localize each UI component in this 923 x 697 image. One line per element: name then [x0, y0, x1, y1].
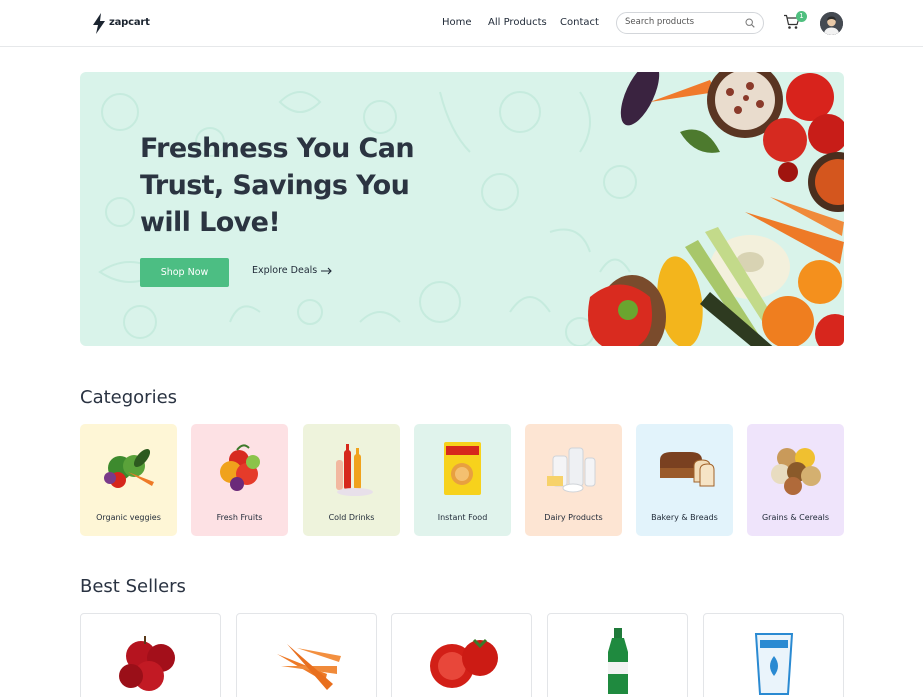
category-card-bakery-breads[interactable]: Bakery & Breads [636, 424, 733, 536]
dairy-icon [547, 447, 596, 493]
best-sellers-heading: Best Sellers [80, 576, 186, 597]
lightning-icon [93, 13, 105, 34]
user-avatar[interactable] [820, 12, 843, 35]
drinks-icon [336, 444, 373, 496]
product-card-carrots[interactable] [236, 613, 377, 697]
category-card-instant-food[interactable]: Instant Food [414, 424, 511, 536]
category-label: Bakery & Breads [651, 513, 718, 522]
explore-deals-label: Explore Deals [252, 265, 318, 276]
avatar-image [820, 12, 843, 35]
product-card-milk[interactable] [703, 613, 844, 697]
category-label: Cold Drinks [328, 513, 375, 522]
veggies-icon [104, 448, 154, 488]
search-input[interactable] [625, 17, 743, 27]
product-card-apples[interactable] [80, 613, 221, 697]
search-icon[interactable] [745, 18, 755, 28]
category-card-grains-cereals[interactable]: Grains & Cereals [747, 424, 844, 536]
category-card-fresh-fruits[interactable]: Fresh Fruits [191, 424, 288, 536]
category-label: Instant Food [437, 513, 488, 522]
product-card-soda[interactable] [547, 613, 688, 697]
search-box [616, 12, 764, 34]
nav-all-products-link[interactable]: All Products [488, 17, 547, 28]
milk-pack-icon [754, 633, 794, 695]
brand-name: zapcart [109, 16, 150, 28]
apple-icon [119, 636, 175, 691]
arrow-right-icon [321, 267, 333, 274]
cart-count-badge: 1 [796, 11, 807, 22]
top-nav: zapcart Home All Products Contact 1 [0, 0, 923, 47]
shop-now-button[interactable]: Shop Now [140, 258, 229, 287]
category-label: Organic veggies [96, 513, 161, 522]
category-label: Grains & Cereals [761, 513, 829, 522]
noodles-icon [444, 442, 481, 495]
hero-banner: Freshness You Can Trust, Savings You wil… [80, 72, 844, 346]
nav-home-link[interactable]: Home [442, 17, 472, 28]
category-card-dairy-products[interactable]: Dairy Products [525, 424, 622, 536]
tomato-icon [430, 638, 498, 688]
category-card-cold-drinks[interactable]: Cold Drinks [303, 424, 400, 536]
product-card-tomatoes[interactable] [391, 613, 532, 697]
hero-title: Freshness You Can Trust, Savings You wil… [140, 133, 415, 238]
nav-contact-link[interactable]: Contact [560, 17, 599, 28]
brand-logo[interactable]: zapcart [92, 13, 150, 34]
category-label: Fresh Fruits [216, 513, 263, 522]
vegetables-image [588, 72, 844, 346]
category-card-organic-veggies[interactable]: Organic veggies [80, 424, 177, 536]
explore-deals-link[interactable]: Explore Deals [252, 265, 333, 276]
bread-icon [660, 452, 715, 487]
fruits-icon [220, 444, 260, 491]
category-label: Dairy Products [544, 513, 603, 522]
carrot-icon [277, 644, 341, 690]
grains-icon [771, 448, 821, 495]
soda-bottle-icon [608, 628, 628, 694]
categories-heading: Categories [80, 387, 178, 408]
